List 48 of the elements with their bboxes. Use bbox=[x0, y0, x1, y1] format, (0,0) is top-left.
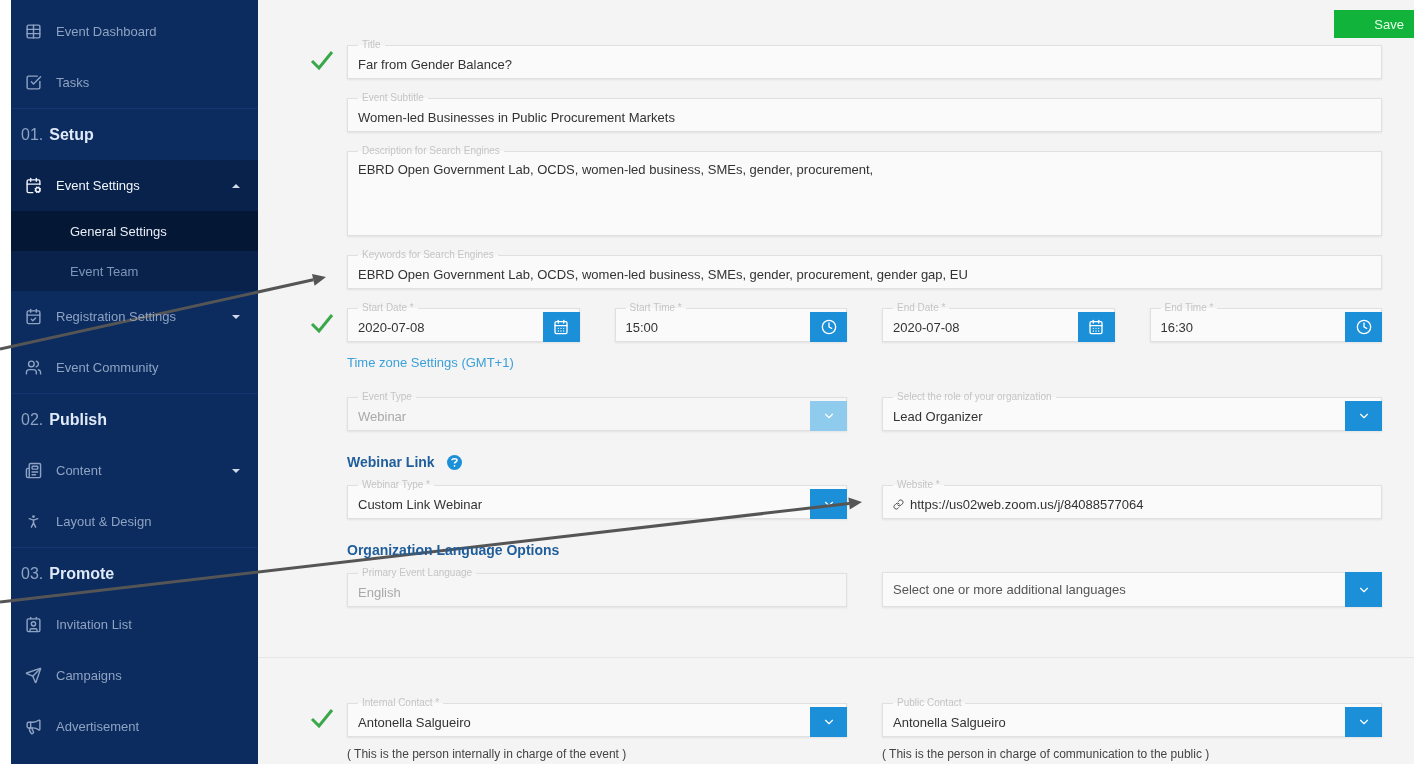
dropdown-button[interactable] bbox=[810, 489, 847, 519]
clock-button[interactable] bbox=[810, 312, 847, 342]
dropdown-button[interactable] bbox=[810, 707, 847, 737]
section-title: Setup bbox=[49, 125, 94, 144]
section-title: Promote bbox=[49, 564, 115, 583]
calendar-icon bbox=[553, 319, 569, 335]
menu-icon bbox=[25, 23, 42, 40]
dropdown-button[interactable] bbox=[1345, 707, 1382, 737]
link-icon bbox=[893, 498, 904, 510]
select-field[interactable]: Select one or more additional languages bbox=[882, 572, 1382, 607]
section-title: Publish bbox=[49, 410, 108, 429]
helper-text: ( This is the person in charge of communication to the public ) bbox=[882, 747, 1211, 761]
menu-icon bbox=[25, 74, 42, 91]
sidebar-item[interactable]: Advertisement bbox=[11, 701, 258, 752]
sidebar-item[interactable]: Content bbox=[11, 445, 258, 496]
helper-text: ( This is the person internally in charge of the event ) bbox=[347, 747, 628, 761]
dropdown-button[interactable] bbox=[1345, 401, 1382, 431]
help-icon[interactable] bbox=[446, 454, 462, 470]
section-number: 02. bbox=[21, 410, 44, 429]
sidebar-subitem[interactable]: General Settings bbox=[11, 211, 258, 251]
menu-icon bbox=[25, 667, 42, 684]
section-number: 03. bbox=[21, 564, 44, 583]
calendar-button[interactable] bbox=[1077, 312, 1115, 342]
clock-button[interactable] bbox=[1345, 312, 1382, 342]
caret-icon bbox=[232, 313, 240, 320]
section-number: 01. bbox=[21, 125, 44, 144]
clock-icon bbox=[1355, 319, 1372, 335]
sidebar-item[interactable]: Layout & Design bbox=[11, 496, 258, 547]
sidebar-item[interactable]: Event Settings bbox=[11, 160, 258, 211]
menu-icon bbox=[25, 308, 42, 325]
menu-icon bbox=[25, 718, 42, 735]
sidebar-item[interactable]: Event Dashboard bbox=[11, 6, 258, 57]
menu-icon bbox=[25, 462, 42, 479]
sidebar-item[interactable]: Campaigns bbox=[11, 650, 258, 701]
calendar-button[interactable] bbox=[542, 312, 580, 342]
caret-icon bbox=[232, 467, 240, 474]
section-heading: Webinar Link bbox=[347, 454, 435, 470]
sidebar-item[interactable]: Tasks bbox=[11, 57, 258, 108]
calendar-icon bbox=[1088, 319, 1104, 335]
clock-icon bbox=[820, 319, 837, 335]
menu-icon bbox=[25, 616, 42, 633]
sidebar-item[interactable]: Registration Settings bbox=[11, 291, 258, 342]
caret-icon bbox=[232, 182, 240, 189]
menu-icon bbox=[25, 359, 42, 376]
sidebar-item[interactable]: Event Community bbox=[11, 342, 258, 393]
menu-icon bbox=[25, 177, 42, 194]
sidebar-item[interactable]: Invitation List bbox=[11, 599, 258, 650]
sidebar-subitem[interactable]: Event Team bbox=[11, 251, 258, 291]
